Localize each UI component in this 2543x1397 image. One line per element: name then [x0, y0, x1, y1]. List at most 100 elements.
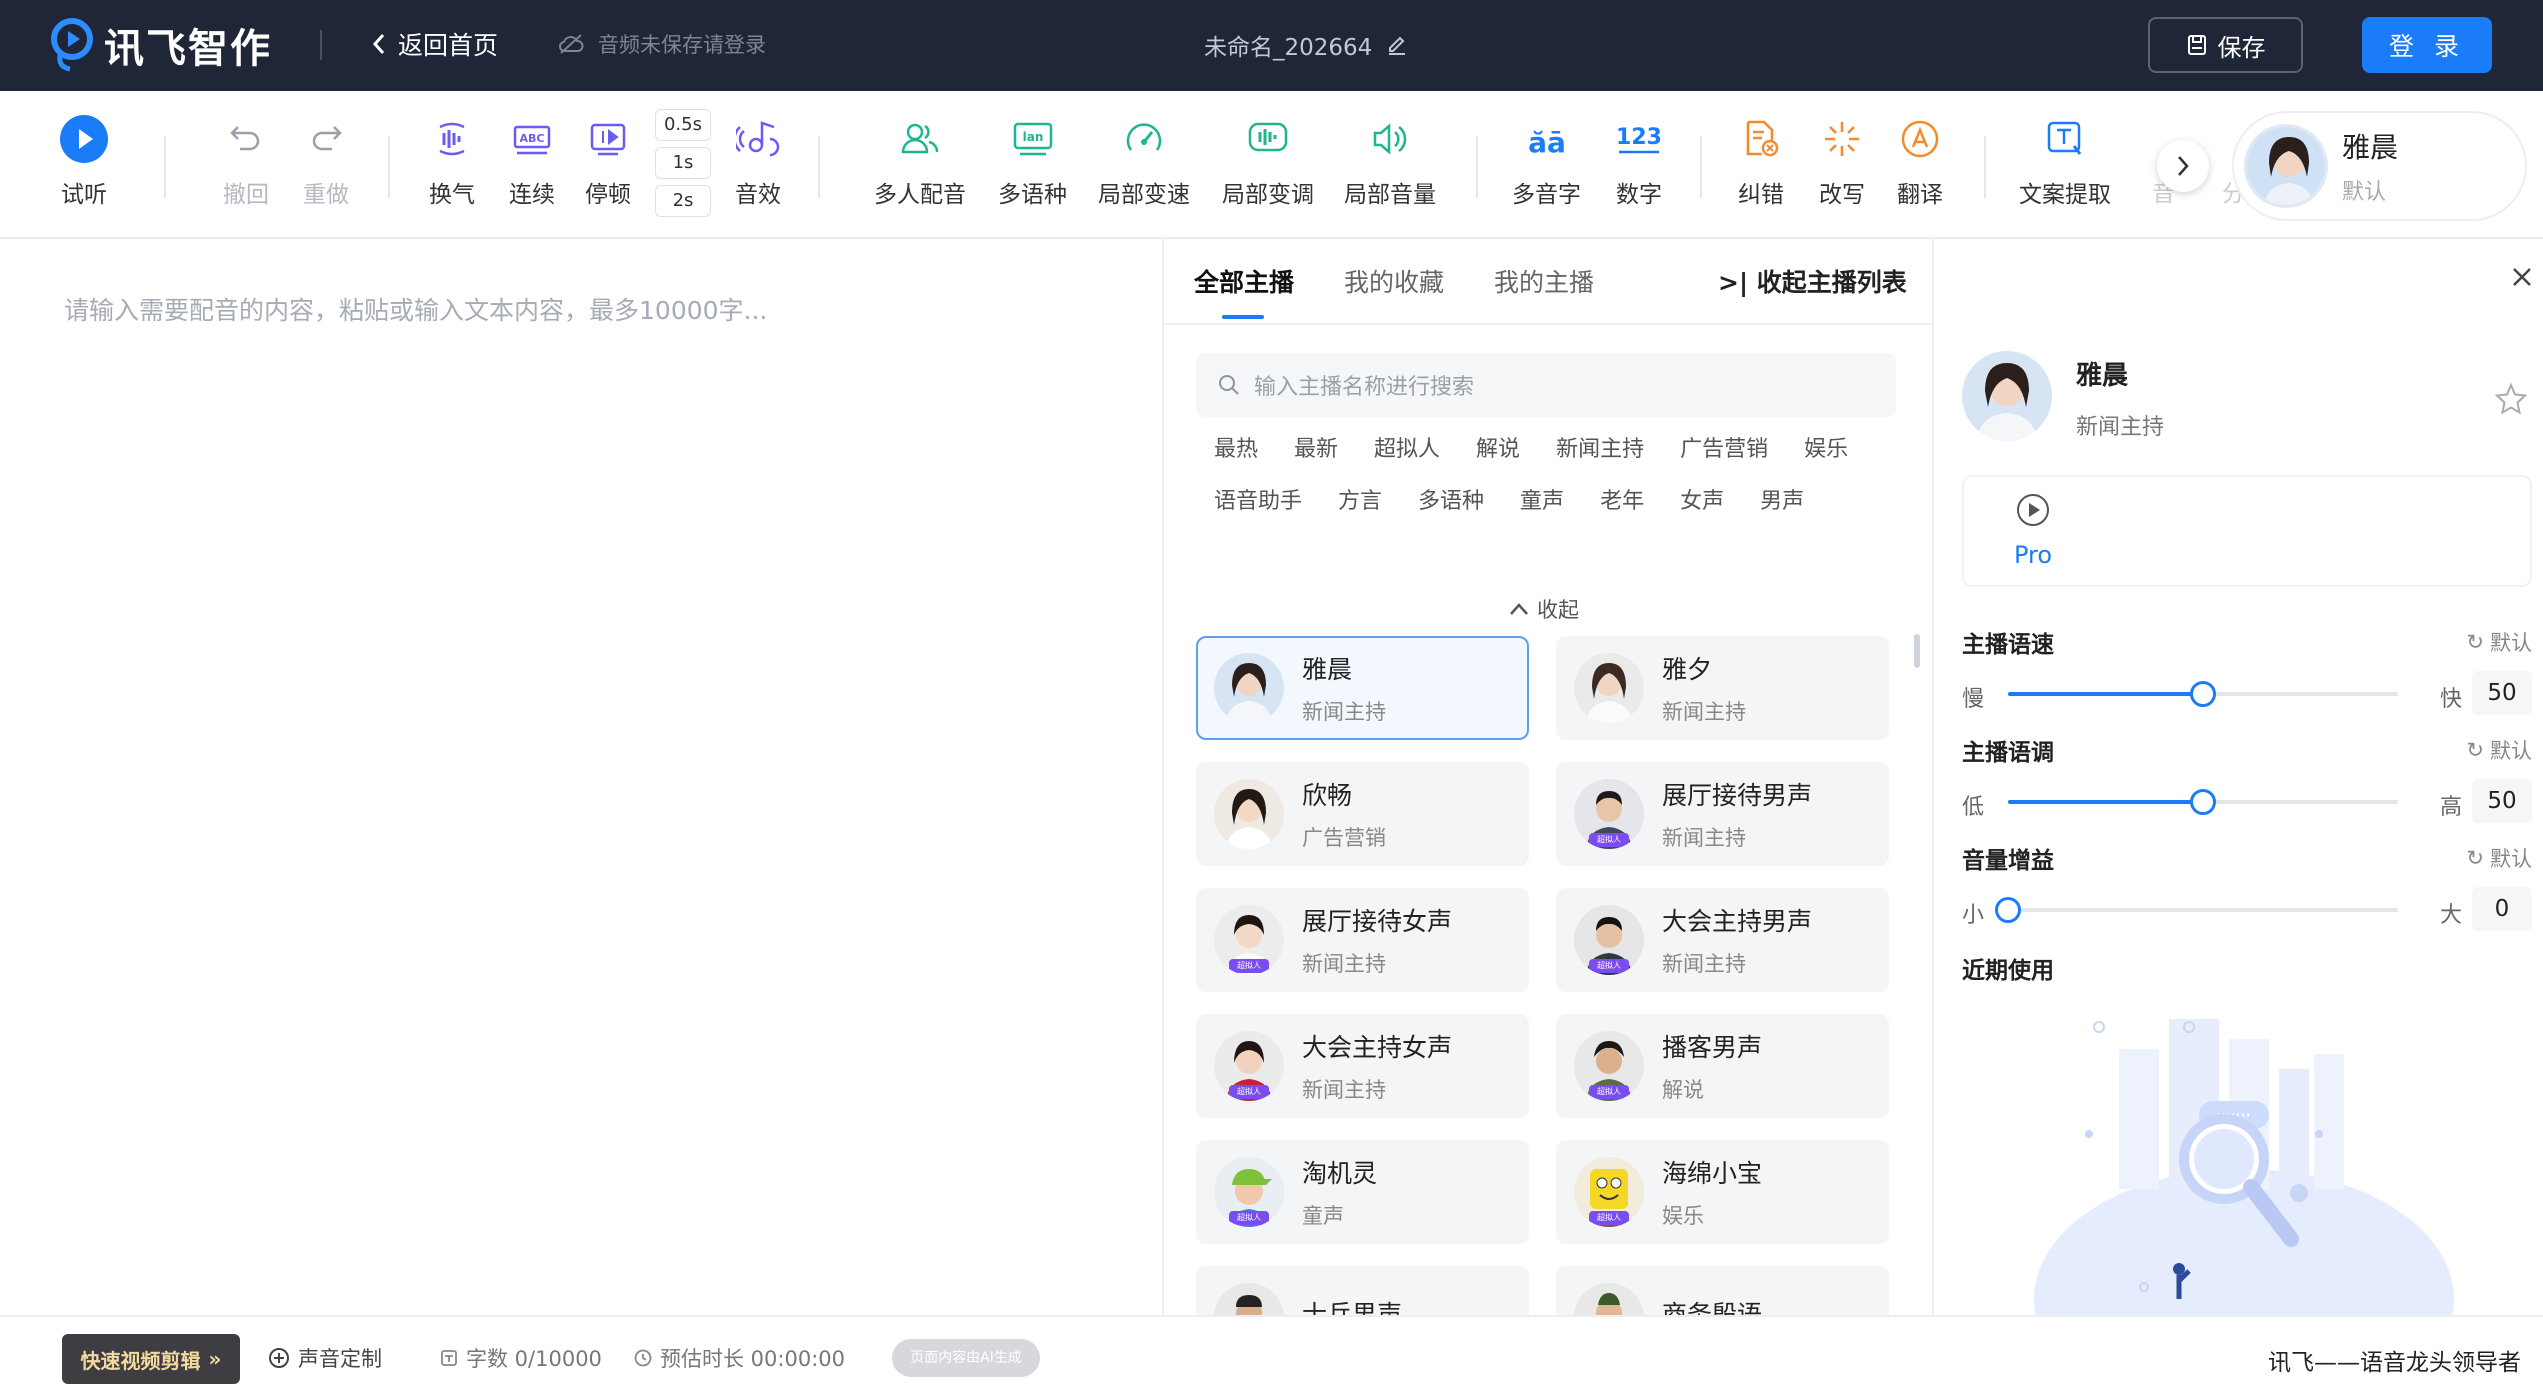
tab-my-speakers[interactable]: 我的主播 [1494, 263, 1594, 299]
number-button[interactable]: 123 数字 [1615, 115, 1663, 209]
brand-name: 讯飞智作 [104, 26, 272, 72]
category-new[interactable]: 最新 [1276, 435, 1356, 465]
volume-title: 音量增益 [1962, 848, 2054, 874]
extract-button[interactable]: 文案提取 [2019, 115, 2111, 209]
speaker-card[interactable]: 士兵男声 [1196, 1266, 1529, 1316]
local-volume-button[interactable]: 局部音量 [1344, 115, 1436, 209]
slider-knob[interactable] [1995, 897, 2021, 923]
pitch-reset-button[interactable]: ↻ 默认 [2466, 735, 2532, 765]
category-entertainment[interactable]: 娱乐 [1786, 435, 1866, 465]
category-hot[interactable]: 最热 [1196, 435, 1276, 465]
pause-option-0-5s[interactable]: 0.5s [655, 109, 711, 141]
quick-video-edit-button[interactable]: 快速视频剪辑 » [62, 1334, 240, 1384]
toolbar-next-button[interactable] [2157, 140, 2209, 192]
speaker-list-scrollbar[interactable] [1914, 634, 1920, 668]
redo-button[interactable]: 重做 [302, 115, 350, 209]
pitch-slider[interactable] [2008, 789, 2398, 815]
pitch-title: 主播语调 [1962, 740, 2054, 766]
avatar [1214, 1283, 1284, 1316]
estimated-duration: 预估时长 00:00:00 [634, 1343, 845, 1373]
speaker-card[interactable]: 超拟人 海绵小宝 娱乐 [1556, 1140, 1889, 1244]
category-narration[interactable]: 解说 [1458, 435, 1538, 465]
char-count-text: 字数 0/10000 [466, 1347, 602, 1371]
speaker-card[interactable]: 雅夕 新闻主持 [1556, 636, 1889, 740]
speaker-card[interactable]: 超拟人 展厅接待男声 新闻主持 [1556, 762, 1889, 866]
speaker-tabs: 全部主播 我的收藏 我的主播 [1194, 263, 1594, 319]
document-name[interactable]: 未命名_202664 [1204, 28, 1408, 62]
category-hyper-real[interactable]: 超拟人 [1356, 435, 1458, 465]
save-button[interactable]: 保存 [2148, 17, 2303, 73]
pause-label: 停顿 [585, 182, 631, 208]
breath-button[interactable]: 换气 [428, 115, 476, 209]
category-assistant[interactable]: 语音助手 [1196, 487, 1320, 517]
category-child[interactable]: 童声 [1502, 487, 1582, 517]
speaker-card[interactable]: 超拟人 大会主持女声 新闻主持 [1196, 1014, 1529, 1118]
pitch-icon [1248, 122, 1288, 152]
slider-knob[interactable] [2190, 789, 2216, 815]
clock-icon [634, 1349, 652, 1367]
play-circle-outline-icon[interactable] [2016, 493, 2050, 527]
svg-text:123: 123 [1616, 125, 1662, 150]
current-speaker-pill[interactable]: 雅晨 默认 [2232, 111, 2527, 221]
category-female[interactable]: 女声 [1662, 487, 1742, 517]
toolbar: 试听 撤回 重做 换气 ABC 连续 停顿 0.5s 1s 2s 音效 多人配音… [0, 91, 2543, 239]
rewrite-button[interactable]: 改写 [1818, 115, 1866, 209]
speed-value-input[interactable]: 50 [2472, 671, 2532, 715]
speaker-card[interactable]: 商务殷语 [1556, 1266, 1889, 1316]
speaker-card[interactable]: 超拟人 大会主持男声 新闻主持 [1556, 888, 1889, 992]
continuous-button[interactable]: ABC 连续 [508, 115, 556, 209]
multi-lang-button[interactable]: lan 多语种 [998, 115, 1067, 209]
category-male[interactable]: 男声 [1742, 487, 1822, 517]
speaker-search-input[interactable]: 输入主播名称进行搜索 [1196, 353, 1896, 417]
category-dialect[interactable]: 方言 [1320, 487, 1400, 517]
speaker-name: 淘机灵 [1302, 1159, 1378, 1188]
star-icon[interactable] [2494, 382, 2528, 416]
speaker-card[interactable]: 欣畅 广告营销 [1196, 762, 1529, 866]
voice-custom-button[interactable]: 声音定制 [268, 1343, 382, 1373]
speaker-name: 欣畅 [1302, 781, 1353, 810]
multi-voice-button[interactable]: 多人配音 [874, 115, 966, 209]
brand-logo[interactable]: 讯飞智作 [50, 16, 272, 74]
category-ads[interactable]: 广告营销 [1662, 435, 1786, 465]
back-home-button[interactable]: 返回首页 [372, 26, 498, 62]
pro-label[interactable]: Pro [2014, 541, 2052, 569]
local-speed-button[interactable]: 局部变速 [1098, 115, 1190, 209]
speaker-card[interactable]: 超拟人 播客男声 解说 [1556, 1014, 1889, 1118]
close-icon[interactable] [2506, 261, 2538, 293]
pitch-value-input[interactable]: 50 [2472, 779, 2532, 823]
speed-reset-button[interactable]: ↻ 默认 [2466, 627, 2532, 657]
category-multilingual[interactable]: 多语种 [1400, 487, 1502, 517]
volume-slider[interactable] [1995, 897, 2398, 923]
speaker-card[interactable]: 雅晨 新闻主持 [1196, 636, 1529, 740]
tab-all-speakers[interactable]: 全部主播 [1194, 263, 1294, 319]
edit-icon[interactable] [1386, 34, 1408, 56]
speaker-panel: 全部主播 我的收藏 我的主播 >| 收起主播列表 输入主播名称进行搜索 最热 最… [1164, 239, 1932, 1316]
speaker-card[interactable]: 超拟人 淘机灵 童声 [1196, 1140, 1529, 1244]
tab-favorites[interactable]: 我的收藏 [1344, 263, 1444, 299]
pause-option-2s[interactable]: 2s [655, 185, 711, 217]
speed-slider[interactable] [2008, 681, 2398, 707]
category-news[interactable]: 新闻主持 [1538, 435, 1662, 465]
login-button[interactable]: 登 录 [2362, 17, 2492, 73]
volume-value-input[interactable]: 0 [2472, 887, 2532, 931]
polyphone-button[interactable]: ăā 多音字 [1512, 115, 1581, 209]
local-pitch-button[interactable]: 局部变调 [1222, 115, 1314, 209]
volume-reset-button[interactable]: ↻ 默认 [2466, 843, 2532, 873]
correct-button[interactable]: 纠错 [1737, 115, 1785, 209]
avatar: 超拟人 [1574, 1157, 1644, 1227]
fold-categories-button[interactable]: 收起 [1509, 594, 1579, 624]
editor-placeholder: 请输入需要配音的内容，粘贴或输入文本内容，最多10000字... [64, 296, 768, 325]
preview-button[interactable]: 试听 [60, 115, 108, 209]
pause-button[interactable]: 停顿 [584, 115, 632, 209]
polyphone-icon: ăā [1528, 126, 1566, 159]
collapse-list-button[interactable]: >| 收起主播列表 [1718, 263, 1907, 299]
pause-option-1s[interactable]: 1s [655, 147, 711, 179]
translate-button[interactable]: 翻译 [1896, 115, 1944, 209]
sound-effect-button[interactable]: 音效 [734, 115, 782, 209]
undo-button[interactable]: 撤回 [222, 115, 270, 209]
translate-icon [1901, 120, 1939, 158]
category-elderly[interactable]: 老年 [1582, 487, 1662, 517]
slider-knob[interactable] [2190, 681, 2216, 707]
text-editor[interactable]: 请输入需要配音的内容，粘贴或输入文本内容，最多10000字... [0, 239, 1162, 1315]
speaker-card[interactable]: 超拟人 展厅接待女声 新闻主持 [1196, 888, 1529, 992]
